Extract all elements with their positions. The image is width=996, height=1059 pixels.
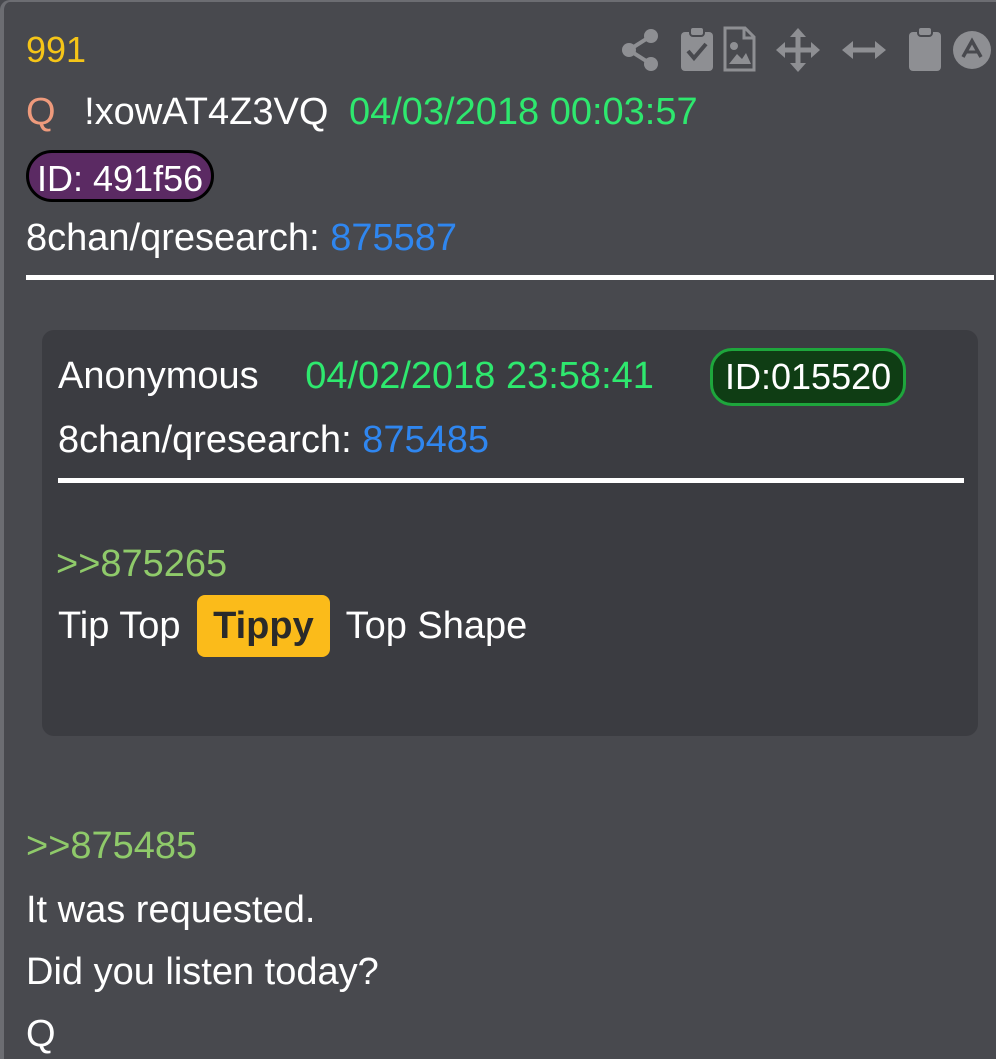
post-signature: Q	[26, 1013, 56, 1055]
share-icon[interactable]	[620, 28, 660, 72]
tripcode: !xowAT4Z3VQ	[84, 91, 329, 133]
clipboard-icon[interactable]	[908, 26, 942, 72]
post-number: 991	[26, 29, 87, 70]
up-arrow-circle-icon[interactable]	[952, 30, 992, 70]
quoted-source-label: 8chan/qresearch:	[58, 419, 352, 461]
quoted-body-text-before: Tip Top	[58, 605, 181, 647]
post-header: Q !xowAT4Z3VQ 04/03/2018 00:03:57	[26, 90, 698, 134]
post-date: 04/03/2018 00:03:57	[348, 91, 698, 133]
clipboard-check-icon[interactable]	[680, 26, 714, 72]
image-file-icon[interactable]	[722, 26, 756, 72]
source-label: 8chan/qresearch:	[26, 217, 320, 259]
source-line: 8chan/qresearch: 875587	[26, 216, 457, 260]
poster-id-badge: ID: 491f56	[26, 150, 215, 202]
quoted-header-divider	[58, 478, 964, 483]
highlighted-word: Tippy	[197, 595, 330, 657]
quoted-source-line: 8chan/qresearch: 875485	[58, 418, 489, 462]
q-post-card: 991 Q !xowAT4Z3VQ 04/03/2018 00:03:57 ID…	[0, 0, 996, 1059]
quoted-post: Anonymous 04/02/2018 23:58:41 ID:015520 …	[42, 330, 978, 736]
source-post-link[interactable]: 875587	[330, 217, 457, 259]
resize-horizontal-icon[interactable]	[842, 28, 886, 72]
quoted-source-post-link[interactable]: 875485	[362, 419, 489, 461]
reply-link[interactable]: >>875485	[26, 824, 197, 868]
quoted-body-text-after: Top Shape	[345, 605, 528, 647]
quoted-post-body: Tip Top Tippy Top Shape	[58, 594, 527, 658]
author-name: Q	[26, 91, 56, 133]
quoted-poster-id-badge: ID:015520	[710, 348, 907, 406]
quoted-post-date: 04/02/2018 23:58:41	[305, 355, 654, 397]
quoted-post-header: Anonymous 04/02/2018 23:58:41	[58, 352, 654, 400]
header-divider	[26, 275, 994, 280]
post-body-line: Did you listen today?	[26, 951, 379, 993]
quoted-author-name: Anonymous	[58, 355, 259, 397]
move-icon[interactable]	[776, 28, 820, 72]
post-body-line: It was requested.	[26, 889, 316, 931]
post-toolbar	[616, 26, 996, 74]
quoted-reply-link[interactable]: >>875265	[56, 542, 227, 586]
